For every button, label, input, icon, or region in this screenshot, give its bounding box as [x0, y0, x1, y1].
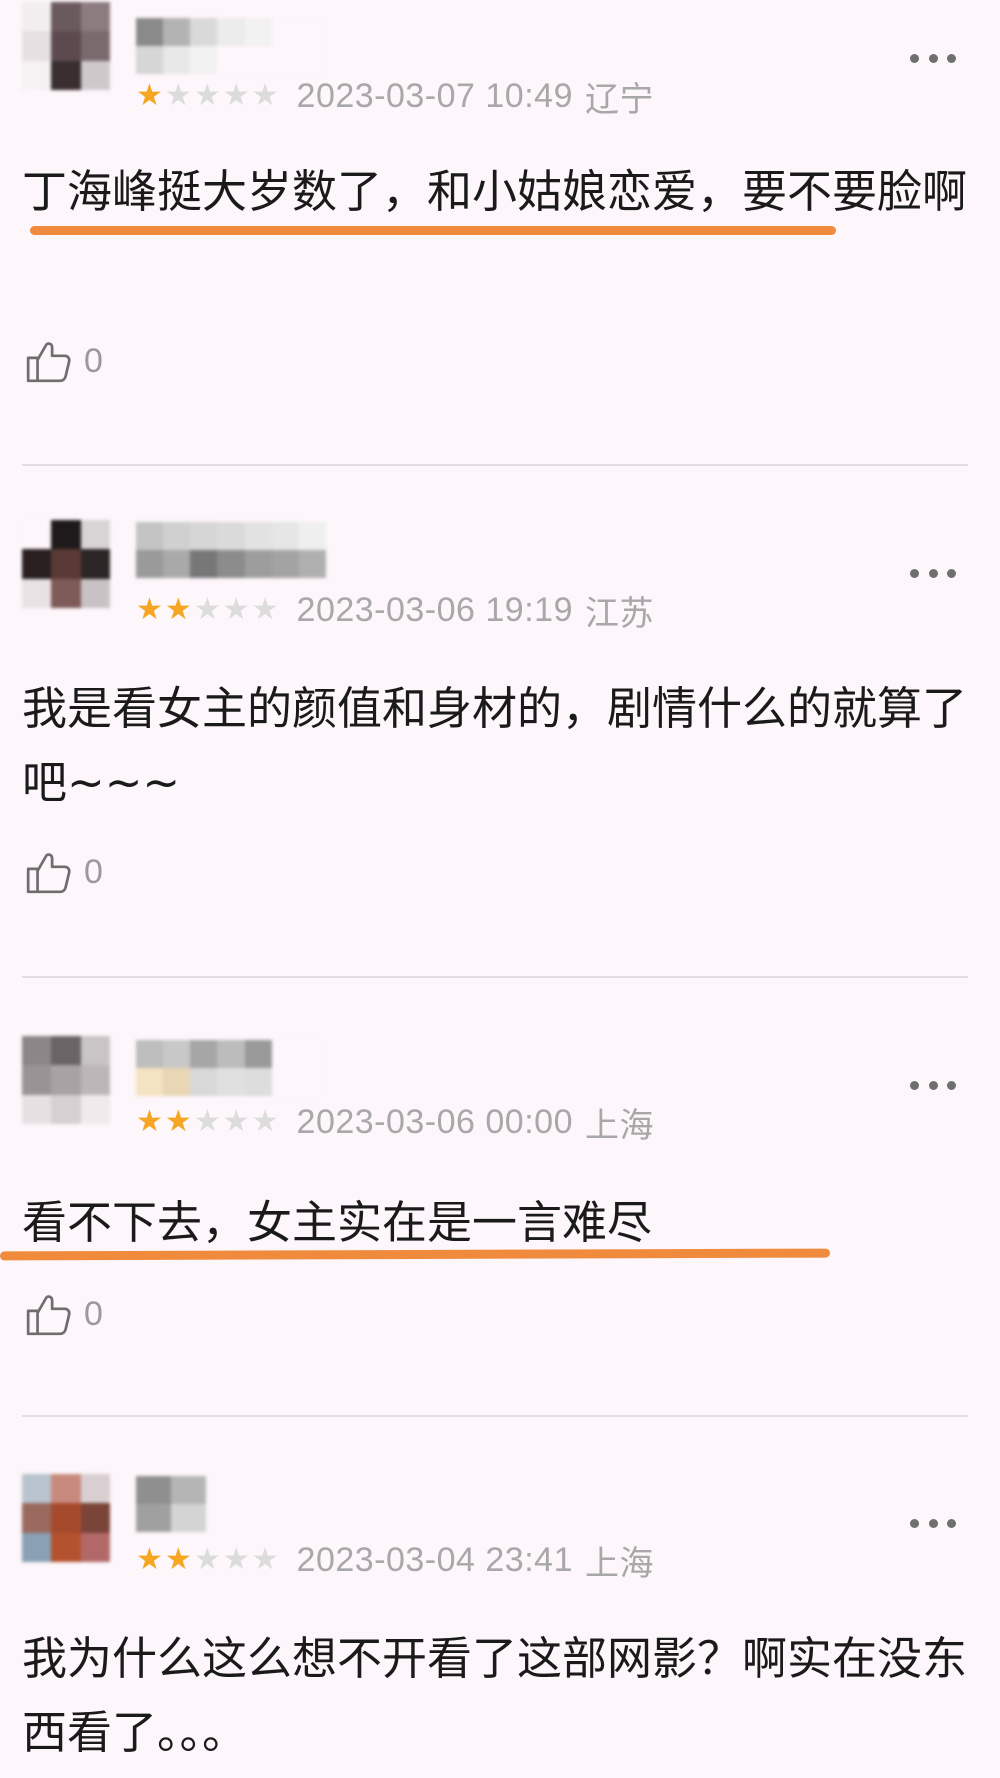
like-button[interactable]: 0: [24, 844, 103, 900]
star-icon: ★: [251, 1104, 279, 1139]
review-date: 2023-03-07 10:49: [296, 76, 573, 115]
like-button[interactable]: 0: [24, 1286, 103, 1342]
review-location: 辽宁: [584, 80, 654, 119]
review-meta: ★ ★ ★ ★ ★ 2023-03-07 10:49 辽宁: [136, 74, 654, 119]
username-blurred[interactable]: [136, 18, 326, 74]
like-count: 0: [84, 341, 103, 380]
avatar[interactable]: [22, 1036, 110, 1124]
avatar[interactable]: [22, 2, 110, 90]
username-blurred[interactable]: [136, 1040, 326, 1096]
star-icon: ★: [222, 1104, 250, 1139]
star-rating: ★ ★ ★ ★ ★: [136, 1545, 279, 1575]
like-count: 0: [84, 1294, 103, 1333]
star-icon: ★: [164, 592, 192, 627]
thumbs-up-icon: [26, 342, 71, 383]
star-icon: ★: [164, 1104, 192, 1139]
username-blurred[interactable]: [136, 522, 326, 578]
thumbs-up-icon: [26, 853, 71, 894]
star-icon: ★: [251, 1542, 279, 1577]
star-icon: ★: [136, 1104, 163, 1139]
username-blurred[interactable]: [136, 1476, 206, 1532]
star-icon: ★: [222, 1542, 250, 1577]
review-date: 2023-03-06 00:00: [296, 1102, 573, 1141]
star-icon: ★: [164, 1542, 192, 1577]
review-meta: ★ ★ ★ ★ ★ 2023-03-04 23:41 上海: [136, 1538, 654, 1583]
divider: [22, 1415, 968, 1417]
more-dots-icon[interactable]: [910, 566, 956, 580]
thumbs-up-icon: [26, 1295, 71, 1336]
review-text: 我为什么这么想不开看了这部网影？啊实在没东西看了。。。: [22, 1632, 968, 1759]
star-icon: ★: [193, 78, 221, 113]
avatar[interactable]: [22, 1474, 110, 1562]
star-icon: ★: [193, 592, 221, 627]
star-icon: ★: [222, 78, 250, 113]
like-button[interactable]: 0: [24, 333, 103, 389]
divider: [22, 464, 968, 466]
star-icon: ★: [136, 78, 163, 113]
more-dots-icon[interactable]: [910, 1516, 956, 1530]
star-icon: ★: [136, 592, 163, 627]
like-count: 0: [84, 852, 103, 891]
review-location: 上海: [584, 1106, 654, 1145]
divider: [22, 976, 968, 978]
review-text: 我是看女主的颜值和身材的，剧情什么的就算了吧~~~: [22, 682, 968, 809]
review-location: 上海: [584, 1544, 654, 1583]
review-date: 2023-03-06 19:19: [296, 590, 573, 629]
review-meta: ★ ★ ★ ★ ★ 2023-03-06 00:00 上海: [136, 1100, 654, 1145]
avatar[interactable]: [22, 520, 110, 608]
more-dots-icon[interactable]: [910, 1078, 956, 1092]
star-icon: ★: [251, 78, 279, 113]
review-meta: ★ ★ ★ ★ ★ 2023-03-06 19:19 江苏: [136, 588, 654, 633]
more-dots-icon[interactable]: [910, 51, 956, 65]
star-rating: ★ ★ ★ ★ ★: [136, 595, 279, 625]
highlight-underline: [30, 226, 836, 235]
star-rating: ★ ★ ★ ★ ★: [136, 1107, 279, 1137]
star-icon: ★: [222, 592, 250, 627]
review-date: 2023-03-04 23:41: [296, 1540, 573, 1579]
star-icon: ★: [193, 1542, 221, 1577]
star-icon: ★: [136, 1542, 163, 1577]
star-icon: ★: [251, 592, 279, 627]
review-text: 丁海峰挺大岁数了，和小姑娘恋爱，要不要脸啊: [22, 165, 968, 218]
star-icon: ★: [193, 1104, 221, 1139]
review-location: 江苏: [584, 594, 654, 633]
star-rating: ★ ★ ★ ★ ★: [136, 81, 279, 111]
star-icon: ★: [164, 78, 192, 113]
